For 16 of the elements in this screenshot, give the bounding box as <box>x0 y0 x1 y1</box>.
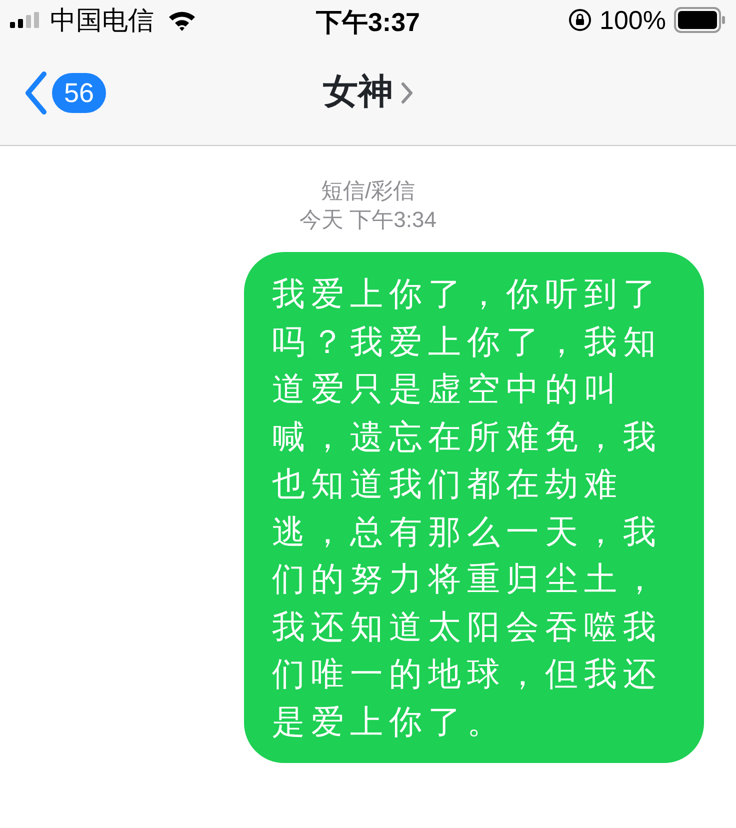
contact-title-button[interactable]: 女神 <box>323 66 413 119</box>
battery-icon <box>674 7 726 33</box>
contact-name: 女神 <box>323 71 393 114</box>
wifi-icon <box>168 9 196 31</box>
back-button[interactable]: 56 <box>24 70 106 114</box>
unread-count: 56 <box>52 72 106 112</box>
rotation-lock-icon <box>568 8 592 32</box>
battery-percent: 100% <box>600 4 666 36</box>
back-chevron-icon <box>24 70 48 114</box>
service-label: 短信/彩信 <box>320 177 416 205</box>
message-timestamp: 今天 下午3:34 <box>300 206 436 234</box>
signal-icon <box>10 12 42 28</box>
carrier-name: 中国电信 <box>50 4 154 36</box>
status-time: 下午3:37 <box>316 6 420 39</box>
chevron-right-icon <box>401 82 413 104</box>
message-bubble: 我爱上你了，你听到了吗？我爱上你了，我知道爱只是虚空中的叫喊，遗忘在所难免，我也知道我们都在劫难逃，总有那么一天，我们的努力将重归尘土，我还知道太阳会吞噬我们唯一的地球，但我还是爱上你了。 <box>244 252 704 763</box>
